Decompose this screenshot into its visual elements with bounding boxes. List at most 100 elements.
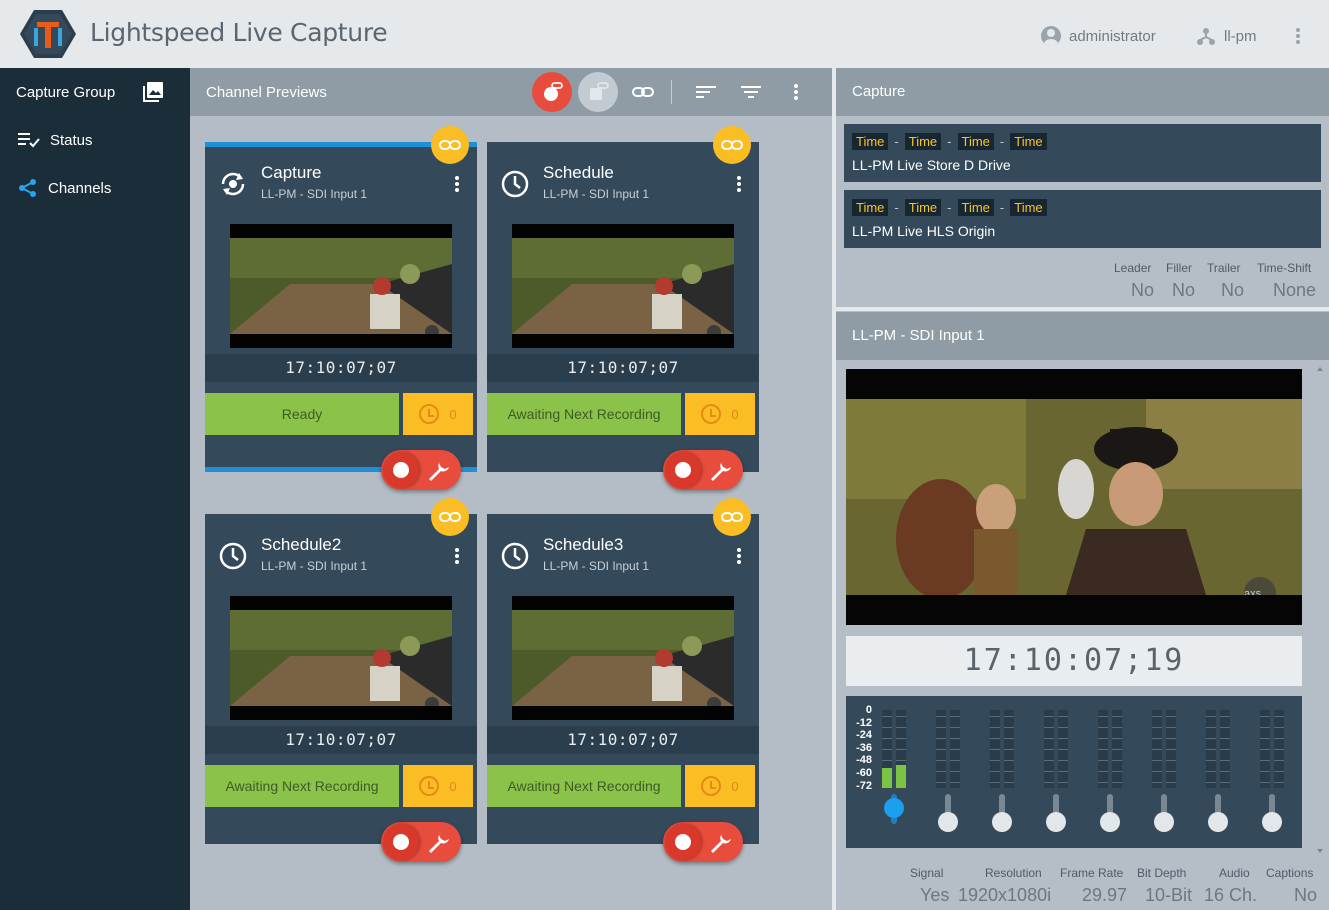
record-icon — [393, 834, 409, 850]
sidebar-item-label: Channels — [48, 179, 112, 197]
status-list-icon — [18, 133, 40, 148]
node-menu[interactable]: ll-pm — [1196, 26, 1257, 46]
fader-knob[interactable] — [1046, 812, 1066, 832]
channel-thumbnail — [512, 224, 734, 348]
record-all-button[interactable] — [532, 72, 572, 112]
destination-name: LL-PM Live Store D Drive — [852, 157, 1011, 173]
clock-icon — [419, 404, 440, 424]
channel-status: Awaiting Next Recording — [205, 765, 399, 807]
record-button[interactable] — [665, 452, 701, 488]
sidebar-item-channels[interactable]: Channels — [0, 164, 190, 212]
channel-thumbnail — [512, 596, 734, 720]
channel-timecode: 17:10:07;07 — [205, 726, 477, 754]
scheduled-count[interactable]: 0 — [685, 765, 755, 807]
record-icon — [393, 462, 409, 478]
node-name: ll-pm — [1224, 27, 1257, 45]
time-end: Time — [904, 199, 942, 216]
card-more-icon[interactable] — [733, 174, 745, 194]
card-link-button[interactable] — [431, 498, 469, 536]
audio-meter — [1152, 710, 1176, 788]
fader-knob[interactable] — [938, 812, 958, 832]
db-scale: 0 -12 -24 -36 -48 -60 -72 — [856, 704, 872, 792]
wrench-icon[interactable] — [709, 459, 731, 481]
channel-card[interactable]: Schedule3 LL-PM - SDI Input 1 17:10:07;0… — [487, 498, 759, 862]
sort-button[interactable] — [686, 72, 726, 112]
card-more-icon[interactable] — [733, 546, 745, 566]
previews-title: Channel Previews — [206, 84, 327, 101]
destination-item[interactable]: Time - Time - Time - Time LL-PM Live Store … — [844, 124, 1321, 182]
sidebar-header: Capture Group — [0, 68, 190, 116]
record-control[interactable] — [663, 450, 743, 490]
audio-meter — [882, 710, 906, 788]
fader-knob[interactable] — [884, 798, 904, 818]
record-button[interactable] — [383, 824, 419, 860]
record-button[interactable] — [383, 452, 419, 488]
card-more-icon[interactable] — [451, 546, 463, 566]
sync-icon — [217, 168, 249, 200]
filter-button[interactable] — [731, 72, 771, 112]
record-control[interactable] — [381, 822, 461, 862]
capture-panel-title: Capture — [836, 68, 1329, 116]
wrench-icon[interactable] — [709, 831, 731, 853]
channel-level-bar — [1166, 710, 1176, 788]
channel-card[interactable]: Capture LL-PM - SDI Input 1 17:10:07;07 — [205, 126, 477, 490]
card-more-icon[interactable] — [451, 174, 463, 194]
signal-value: 1920x1080i — [958, 885, 1052, 905]
record-icon — [675, 834, 691, 850]
audio-meter — [1044, 710, 1068, 788]
user-menu[interactable]: administrator — [1041, 26, 1156, 46]
channel-card[interactable]: Schedule LL-PM - SDI Input 1 17:10:07;07… — [487, 126, 759, 490]
batch-button[interactable] — [578, 72, 618, 112]
fader-knob[interactable] — [992, 812, 1012, 832]
channel-title: Capture — [261, 163, 322, 182]
wrench-icon[interactable] — [427, 831, 449, 853]
scheduled-count[interactable]: 0 — [403, 393, 473, 435]
fader-knob[interactable] — [1100, 812, 1120, 832]
app-header: Lightspeed Live Capture administrator ll… — [0, 0, 1329, 68]
channel-timecode: 17:10:07;07 — [487, 726, 759, 754]
scrollbar[interactable] — [1314, 364, 1326, 856]
channel-input: LL-PM - SDI Input 1 — [261, 559, 368, 573]
scheduled-count[interactable]: 0 — [403, 765, 473, 807]
hierarchy-icon — [1197, 28, 1215, 45]
filler-value: No — [1172, 280, 1196, 300]
destination-time-range: Time - Time - Time - Time — [852, 199, 1047, 216]
channel-input: LL-PM - SDI Input 1 — [543, 187, 650, 201]
clock-icon — [701, 404, 722, 424]
channel-title: Schedule2 — [261, 535, 342, 554]
scheduled-count-value: 0 — [731, 406, 739, 422]
channel-timecode: 17:10:07;07 — [205, 354, 477, 382]
channel-level-bar — [896, 710, 906, 788]
channel-card[interactable]: Schedule2 LL-PM - SDI Input 1 17:10:07;0… — [205, 498, 477, 862]
wrench-icon[interactable] — [427, 459, 449, 481]
gallery-icon[interactable] — [142, 81, 164, 103]
record-button[interactable] — [665, 824, 701, 860]
audio-meter — [990, 710, 1014, 788]
channel-status: Awaiting Next Recording — [487, 393, 681, 435]
destination-item[interactable]: Time - Time - Time - Time LL-PM Live HLS Or… — [844, 190, 1321, 248]
card-link-button[interactable] — [713, 126, 751, 164]
share-nodes-icon — [19, 179, 36, 197]
channel-status: Ready — [205, 393, 399, 435]
section-divider — [836, 307, 1329, 311]
fader-knob[interactable] — [1208, 812, 1228, 832]
record-control[interactable] — [381, 450, 461, 490]
channel-timecode: 17:10:07;07 — [487, 354, 759, 382]
link-icon — [439, 512, 461, 522]
record-control[interactable] — [663, 822, 743, 862]
logo-icon — [20, 8, 76, 60]
channel-level-bar — [936, 710, 946, 788]
sidebar-item-status[interactable]: Status — [0, 116, 190, 164]
card-link-button[interactable] — [713, 498, 751, 536]
channel-title: Schedule — [543, 163, 614, 182]
audio-meter — [1206, 710, 1230, 788]
fader-knob[interactable] — [1262, 812, 1282, 832]
sidebar: Capture Group Status Channels — [0, 68, 190, 910]
scheduled-count[interactable]: 0 — [685, 393, 755, 435]
previews-more-icon[interactable] — [776, 72, 816, 112]
header-more-icon[interactable] — [1290, 26, 1306, 48]
card-link-button[interactable] — [431, 126, 469, 164]
link-button[interactable] — [623, 72, 663, 112]
fader-knob[interactable] — [1154, 812, 1174, 832]
trailer-value: No — [1221, 280, 1245, 300]
